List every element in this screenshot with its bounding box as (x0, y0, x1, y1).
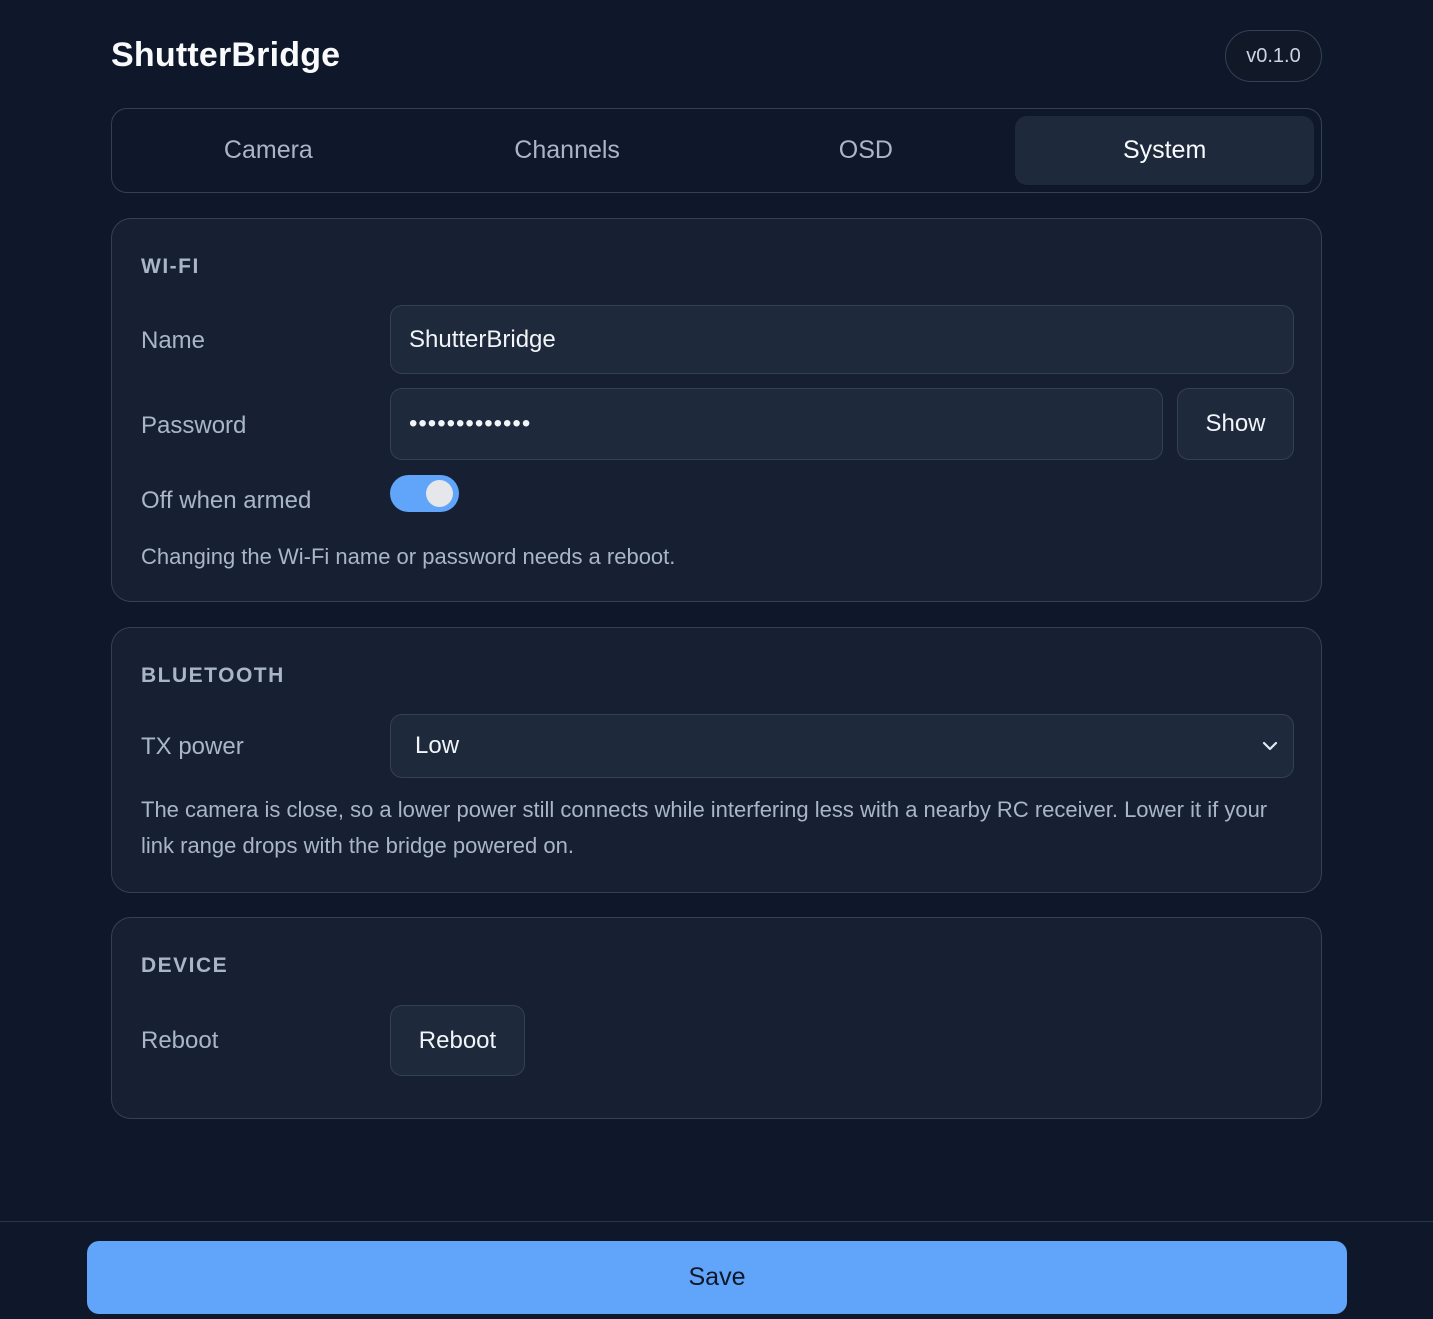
version-badge: v0.1.0 (1225, 30, 1322, 82)
save-button[interactable]: Save (87, 1241, 1347, 1314)
wifi-password-label: Password (141, 412, 247, 439)
tab-camera[interactable]: Camera (119, 116, 418, 185)
wifi-password-input[interactable]: ••••••••••••• (390, 388, 1163, 460)
bluetooth-card: BLUETOOTH TX power Low The camera is clo… (111, 627, 1322, 893)
header: ShutterBridge v0.1.0 (111, 0, 1322, 108)
reboot-button[interactable]: Reboot (390, 1005, 525, 1076)
tx-power-value: Low (415, 732, 460, 759)
tab-bar: Camera Channels OSD System (111, 108, 1322, 193)
wifi-name-input[interactable]: ShutterBridge (390, 305, 1294, 374)
bluetooth-section-title: BLUETOOTH (141, 664, 285, 687)
toggle-knob (426, 480, 453, 507)
tx-power-select[interactable]: Low (390, 714, 1294, 778)
main-container: ShutterBridge v0.1.0 Camera Channels OSD… (111, 0, 1322, 1119)
wifi-card: WI-FI Name ShutterBridge Password ••••••… (111, 218, 1322, 602)
tx-power-label: TX power (141, 733, 244, 760)
wifi-help-text: Changing the Wi-Fi name or password need… (141, 544, 676, 569)
chevron-down-icon (1262, 741, 1278, 751)
tab-system[interactable]: System (1015, 116, 1314, 185)
off-when-armed-toggle[interactable] (390, 475, 459, 512)
settings-page: ShutterBridge v0.1.0 Camera Channels OSD… (0, 0, 1433, 1319)
footer-bar: Save (0, 1221, 1433, 1319)
show-password-button[interactable]: Show (1177, 388, 1294, 460)
tab-osd[interactable]: OSD (717, 116, 1016, 185)
device-card: DEVICE Reboot Reboot (111, 917, 1322, 1119)
reboot-label: Reboot (141, 1027, 219, 1054)
wifi-name-label: Name (141, 327, 206, 354)
off-when-armed-label: Off when armed (141, 487, 312, 514)
device-section-title: DEVICE (141, 954, 229, 977)
wifi-section-title: WI-FI (141, 255, 200, 278)
tab-channels[interactable]: Channels (418, 116, 717, 185)
app-title: ShutterBridge (111, 36, 341, 74)
bluetooth-help-text: The camera is close, so a lower power st… (141, 797, 1268, 858)
